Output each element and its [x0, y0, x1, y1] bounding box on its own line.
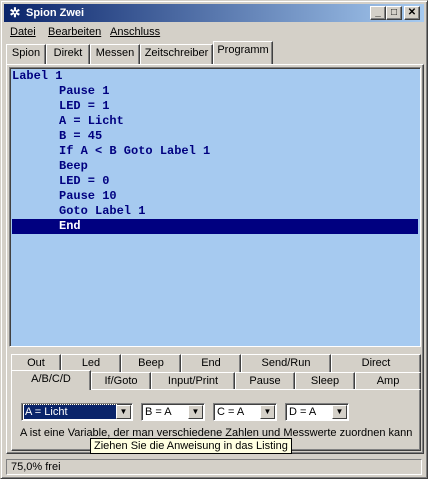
- combo-b[interactable]: B = A ▼: [141, 403, 205, 421]
- code-line[interactable]: Pause 10: [12, 189, 418, 204]
- chevron-down-icon[interactable]: ▼: [332, 405, 347, 419]
- cmdtab-direct[interactable]: Direct: [331, 354, 421, 372]
- code-line[interactable]: Beep: [12, 159, 418, 174]
- cmdtab-input-print[interactable]: Input/Print: [151, 372, 235, 390]
- close-button[interactable]: ✕: [404, 6, 420, 20]
- code-text: Pause 10: [59, 189, 117, 203]
- cmdtab-if-goto[interactable]: If/Goto: [91, 372, 151, 390]
- cmdtab-beep[interactable]: Beep: [121, 354, 181, 372]
- code-line[interactable]: B = 45: [12, 129, 418, 144]
- chevron-down-icon[interactable]: ▼: [188, 405, 203, 419]
- combo-b-value: B = A: [145, 406, 172, 418]
- code-line[interactable]: Goto Label 1: [12, 204, 418, 219]
- code-line[interactable]: A = Licht: [12, 114, 418, 129]
- code-text: A = Licht: [59, 114, 124, 128]
- maximize-button[interactable]: □: [386, 6, 402, 20]
- menu-bar: Datei Bearbeiten Anschluss: [4, 23, 424, 42]
- combo-d-value: D = A: [289, 406, 317, 418]
- code-text: Beep: [59, 159, 88, 173]
- tab-spion[interactable]: Spion: [6, 44, 46, 64]
- code-line-selected[interactable]: End: [12, 219, 418, 234]
- combo-c[interactable]: C = A ▼: [213, 403, 277, 421]
- code-line[interactable]: LED = 1: [12, 99, 418, 114]
- tab-zeitschreiber[interactable]: Zeitschreiber: [140, 44, 213, 64]
- code-text: Goto Label 1: [59, 204, 146, 218]
- tooltip: Ziehen Sie die Anweisung in das Listing: [90, 438, 292, 454]
- code-text: If A < B Goto Label 1: [59, 144, 211, 158]
- code-text: LED = 0: [59, 174, 110, 188]
- combo-a-value: A = Licht: [23, 404, 117, 420]
- chevron-down-icon[interactable]: ▼: [260, 405, 275, 419]
- minimize-button[interactable]: _: [370, 6, 386, 20]
- cmdtab-send-run[interactable]: Send/Run: [241, 354, 331, 372]
- tab-messen[interactable]: Messen: [90, 44, 140, 64]
- cmdtab-pause[interactable]: Pause: [235, 372, 295, 390]
- code-text: B = 45: [59, 129, 103, 143]
- combo-d[interactable]: D = A ▼: [285, 403, 349, 421]
- code-line[interactable]: If A < B Goto Label 1: [12, 144, 418, 159]
- code-line[interactable]: Pause 1: [12, 84, 418, 99]
- cmdtab-sleep[interactable]: Sleep: [295, 372, 355, 390]
- gear-icon[interactable]: ✲: [7, 5, 23, 21]
- menu-bearbeiten-label: Bearbeiten: [48, 26, 102, 38]
- code-text: End: [59, 219, 81, 233]
- menu-datei-label: Datei: [10, 26, 36, 38]
- cmdtab-abcd[interactable]: A/B/C/D: [11, 370, 91, 390]
- title-bar[interactable]: ✲ Spion Zwei _ □ ✕: [4, 4, 424, 22]
- code-line[interactable]: Label 1: [12, 69, 418, 84]
- chevron-down-icon[interactable]: ▼: [116, 405, 131, 419]
- cmdtab-amp[interactable]: Amp: [355, 372, 421, 390]
- menu-bearbeiten[interactable]: Bearbeiten: [48, 26, 101, 39]
- combo-a[interactable]: A = Licht ▼: [21, 403, 133, 421]
- menu-anschluss-label: Anschluss: [110, 26, 161, 38]
- tab-programm[interactable]: Programm: [213, 41, 273, 64]
- app-window: ✲ Spion Zwei _ □ ✕ Datei Bearbeiten Ansc…: [0, 0, 428, 479]
- code-text: Pause 1: [59, 84, 110, 98]
- combo-c-value: C = A: [217, 406, 245, 418]
- tab-direkt[interactable]: Direkt: [46, 44, 90, 64]
- cmdtab-end[interactable]: End: [181, 354, 241, 372]
- code-text: LED = 1: [59, 99, 110, 113]
- status-memory: 75,0% frei: [6, 459, 422, 475]
- code-line[interactable]: LED = 0: [12, 174, 418, 189]
- window-title: Spion Zwei: [26, 7, 85, 19]
- program-listing[interactable]: Label 1 Pause 1 LED = 1 A = Licht B = 45…: [9, 67, 421, 347]
- code-text: Label 1: [12, 69, 63, 83]
- menu-anschluss[interactable]: Anschluss: [110, 26, 160, 39]
- menu-datei[interactable]: Datei: [10, 26, 36, 39]
- status-bar: 75,0% frei: [4, 458, 425, 476]
